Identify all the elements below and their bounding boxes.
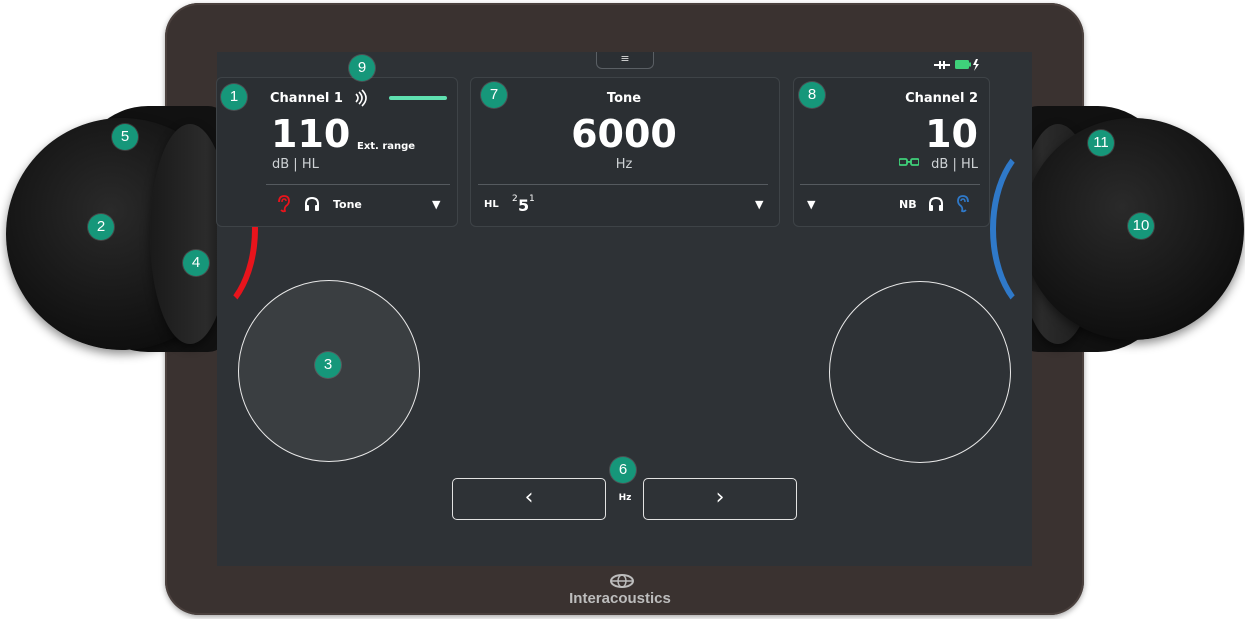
headphones-icon — [305, 197, 319, 211]
tone-title: Tone — [606, 91, 642, 106]
headphones-icon — [929, 197, 943, 211]
frequency-next-button[interactable]: › — [643, 478, 797, 520]
tone-frequency-unit: Hz — [615, 157, 633, 172]
right-ear-red-icon — [278, 195, 290, 213]
channel2-dropdown-icon[interactable]: ▼ — [807, 198, 815, 211]
callout-3: 3 — [315, 352, 341, 378]
tone-divider — [478, 184, 768, 185]
callout-11: 11 — [1088, 130, 1114, 156]
channel2-presentation-pad[interactable] — [829, 281, 1011, 463]
frequency-previous-button[interactable]: ‹ — [452, 478, 606, 520]
plug-icon — [934, 61, 950, 69]
callout-9: 9 — [349, 55, 375, 81]
callout-5: 5 — [112, 124, 138, 150]
callout-4: 4 — [183, 250, 209, 276]
left-ear-blue-icon — [957, 195, 969, 213]
channel1-signal-type: Tone — [333, 198, 362, 211]
battery-charging-icon — [955, 59, 979, 71]
menu-icon: ≡ — [620, 52, 630, 65]
tone-mode: HL — [484, 199, 499, 210]
callout-8: 8 — [799, 82, 825, 108]
response-progress-bar — [389, 96, 447, 100]
tone-frequency: 6000 — [571, 112, 677, 156]
tone-dropdown-icon[interactable]: ▼ — [755, 198, 763, 211]
callout-6: 6 — [610, 457, 636, 483]
menu-button[interactable]: ≡ — [596, 52, 654, 69]
step-size-superscript-2: 1 — [529, 194, 535, 204]
channel2-indicator-arc — [990, 138, 1102, 320]
channel1-level: 110 — [271, 112, 351, 156]
callout-10: 10 — [1128, 213, 1154, 239]
frequency-nav-label: Hz — [618, 493, 632, 503]
channel1-title: Channel 1 — [270, 91, 343, 106]
channel2-unit: dB | HL — [931, 157, 978, 172]
step-size-value: 5 — [518, 196, 530, 215]
channel1-divider — [266, 184, 450, 185]
brand-name: Interacoustics — [569, 590, 671, 607]
response-signal-icon — [355, 89, 367, 107]
callout-1: 1 — [221, 84, 247, 110]
channel2-signal-type: NB — [899, 198, 917, 211]
channel2-divider — [800, 184, 980, 185]
channel2-title: Channel 2 — [905, 91, 978, 106]
channel2-level: 10 — [925, 112, 978, 156]
step-size-superscript: 2 — [512, 194, 518, 204]
channel1-ext-range: Ext. range — [357, 141, 416, 152]
channel1-dropdown-icon[interactable]: ▼ — [432, 198, 440, 211]
callout-7: 7 — [481, 82, 507, 108]
callout-2: 2 — [88, 214, 114, 240]
channel1-unit: dB | HL — [272, 157, 319, 172]
interacoustics-logo-icon — [610, 574, 634, 588]
